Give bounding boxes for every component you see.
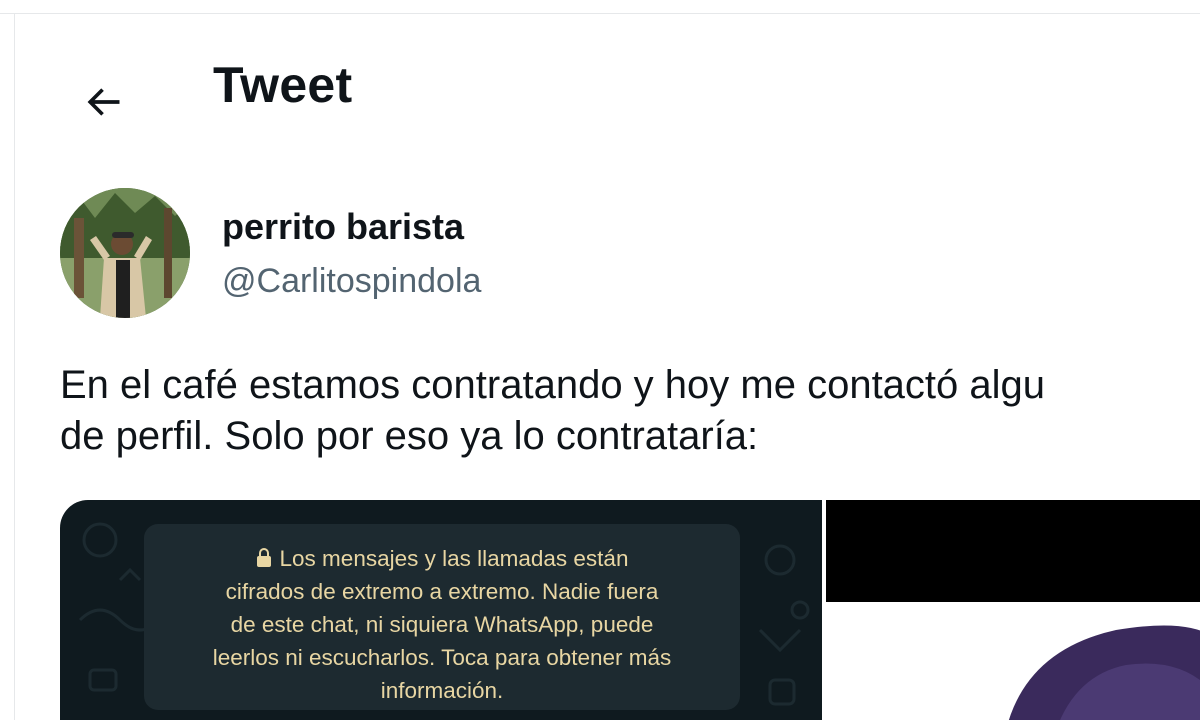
notice-line: cifrados de extremo a extremo. Nadie fue… [225,579,659,604]
user-handle[interactable]: @Carlitospindola [222,262,481,301]
tweet-author: perrito barista @Carlitospindola [60,188,960,320]
back-arrow-icon [87,88,120,116]
notice-line: leerlos ni escucharlos. Toca para obtene… [212,645,672,670]
page-title: Tweet [213,57,353,113]
top-divider [0,0,1200,14]
tweet-text-line: de perfil. Solo por eso ya lo contratarí… [60,414,759,458]
encryption-notice[interactable]: Los mensajes y las llamadas están cifrad… [144,524,740,710]
back-button[interactable] [67,66,139,138]
notice-line: de este chat, ni siquiera WhatsApp, pued… [230,612,654,637]
tweet-text-line: En el café estamos contratando y hoy me … [60,363,1046,407]
profile-photo-image[interactable] [826,500,1200,720]
notice-line: información. [380,678,504,703]
display-name[interactable]: perrito barista [222,206,464,248]
whatsapp-screenshot[interactable]: Los mensajes y las llamadas están cifrad… [60,500,822,720]
notice-line: Los mensajes y las llamadas están [279,546,629,571]
tweet-media[interactable]: Los mensajes y las llamadas están cifrad… [60,500,1200,720]
avatar[interactable] [60,188,190,318]
lock-icon [256,548,271,567]
tweet-header: Tweet [15,14,1200,162]
tweet-text: En el café estamos contratando y hoy me … [60,360,1200,462]
